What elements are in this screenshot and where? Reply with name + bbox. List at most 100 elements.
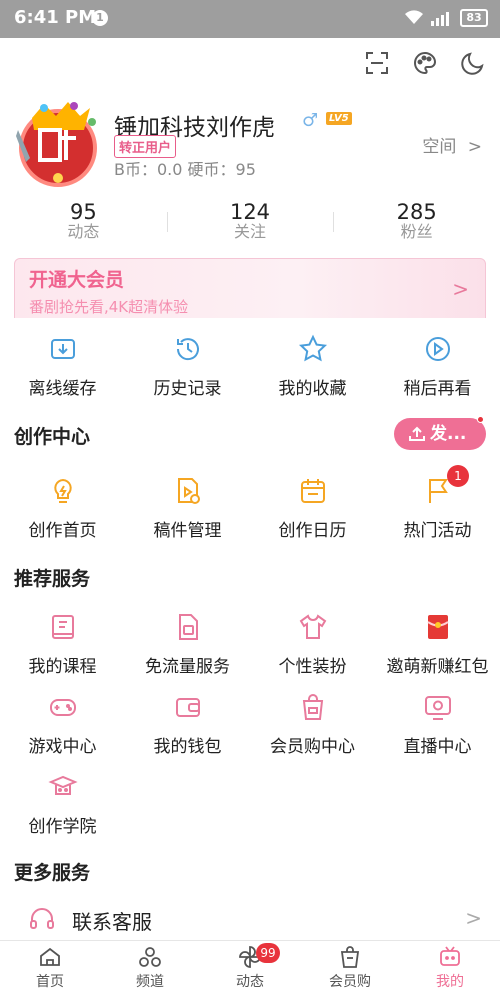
nav-member-shop[interactable]: 会员购 (300, 941, 400, 992)
nav-channel[interactable]: 频道 (100, 941, 200, 992)
quick-actions: 离线缓存 历史记录 我的收藏 稍后再看 (0, 334, 500, 399)
quick-label: 历史记录 (153, 379, 222, 399)
invite-newbie-button[interactable]: 邀萌新赚红包 (375, 612, 500, 677)
signal-icon (431, 12, 449, 26)
manuscript-icon (177, 478, 200, 504)
course-icon (51, 615, 74, 639)
free-data-button[interactable]: 免流量服务 (125, 612, 250, 677)
night-mode-icon[interactable] (460, 50, 486, 76)
more-services-title: 更多服务 (14, 862, 91, 884)
stat-label: 动态 (67, 222, 100, 241)
hot-events-button[interactable]: 1 热门活动 (375, 465, 500, 541)
history-icon (176, 338, 199, 361)
notification-badge: 1 (92, 10, 108, 26)
red-dot-indicator (477, 416, 484, 423)
scan-icon[interactable] (364, 50, 390, 76)
vip-title: 开通大会员 (29, 269, 125, 291)
dynamic-count-badge: 99 (256, 943, 280, 963)
game-center-button[interactable]: 游戏中心 (0, 692, 125, 757)
nav-label: 频道 (136, 974, 164, 990)
history-button[interactable]: 历史记录 (125, 334, 250, 399)
recommend-row-2: 游戏中心 我的钱包 会员购中心 直播中心 (0, 692, 500, 757)
wallet-icon (175, 698, 200, 717)
redpacket-icon (426, 615, 449, 639)
creator-academy-button[interactable]: 创作学院 (0, 772, 125, 837)
nav-label: 首页 (36, 974, 64, 990)
service-label: 邀萌新赚红包 (386, 657, 489, 677)
watch-later-icon (425, 337, 450, 361)
bottom-navigation: 首页 频道 99 动态 会员购 我的 (0, 940, 500, 992)
wallet-button[interactable]: 我的钱包 (125, 692, 250, 757)
offline-cache-button[interactable]: 离线缓存 (0, 334, 125, 399)
recommend-services-title: 推荐服务 (14, 568, 91, 590)
creator-calendar-button[interactable]: 创作日历 (250, 476, 375, 541)
my-courses-button[interactable]: 我的课程 (0, 612, 125, 677)
tshirt-icon (299, 614, 326, 639)
vip-subtitle: 番剧抢先看,4K超清体验 (29, 298, 189, 316)
chevron-right-icon: > (452, 277, 469, 301)
headset-icon (30, 908, 54, 929)
vip-banner[interactable]: 开通大会员 番剧抢先看,4K超清体验 > (14, 258, 486, 320)
personalize-button[interactable]: 个性装扮 (250, 612, 375, 677)
bulb-icon (53, 478, 72, 503)
nav-dynamic[interactable]: 99 动态 (200, 941, 300, 992)
star-icon (298, 334, 327, 362)
service-label: 我的钱包 (153, 737, 222, 757)
nav-home[interactable]: 首页 (0, 941, 100, 992)
header-actions (364, 50, 486, 76)
manuscript-button[interactable]: 稿件管理 (125, 476, 250, 541)
quick-label: 离线缓存 (28, 379, 97, 399)
quick-label: 我的收藏 (278, 379, 347, 399)
stat-label: 粉丝 (400, 222, 433, 241)
service-label: 个性装扮 (278, 657, 347, 677)
avatar[interactable] (14, 100, 102, 188)
sim-icon (178, 614, 198, 640)
gamepad-icon (49, 699, 76, 716)
quick-label: 稍后再看 (403, 379, 472, 399)
creator-label: 热门活动 (403, 521, 472, 541)
nav-label: 我的 (436, 974, 464, 990)
nav-label: 会员购 (329, 974, 371, 990)
notification-count-badge: 1 (447, 465, 469, 487)
member-shop-button[interactable]: 会员购中心 (250, 692, 375, 757)
stat-following[interactable]: 124 关注 (166, 200, 334, 244)
watch-later-button[interactable]: 稍后再看 (375, 334, 500, 399)
nav-mine[interactable]: 我的 (400, 941, 500, 992)
favorites-button[interactable]: 我的收藏 (250, 334, 375, 399)
wifi-icon (405, 10, 423, 24)
service-label: 会员购中心 (270, 737, 355, 757)
creator-center-title: 创作中心 (14, 426, 91, 448)
chevron-right-icon: > (465, 906, 482, 930)
coin-balance: B币：0.0 硬币：95 (114, 160, 256, 179)
member-status-badge[interactable]: 转正用户 (114, 135, 177, 158)
recommend-row-1: 我的课程 免流量服务 个性装扮 邀萌新赚红包 (0, 612, 500, 677)
creator-label: 创作日历 (278, 521, 347, 541)
calendar-icon (300, 479, 325, 503)
channel-icon (139, 947, 161, 967)
recommend-row-3: 创作学院 (0, 772, 500, 837)
status-time: 6:41 PM (14, 7, 97, 28)
service-label: 免流量服务 (145, 657, 230, 677)
live-center-button[interactable]: 直播中心 (375, 692, 500, 757)
creator-label: 稿件管理 (153, 521, 222, 541)
theme-palette-icon[interactable] (412, 50, 438, 76)
academy-icon (47, 775, 78, 795)
post-button-label: 发... (430, 424, 467, 444)
download-icon (50, 339, 75, 359)
stat-followers[interactable]: 285 粉丝 (333, 200, 500, 244)
upload-icon (409, 426, 425, 441)
space-label: 空间 (422, 137, 457, 157)
creator-actions: 创作首页 稿件管理 创作日历 1 热门活动 (0, 465, 500, 541)
creator-home-button[interactable]: 创作首页 (0, 476, 125, 541)
home-icon (40, 947, 60, 966)
stat-dynamics[interactable]: 95 动态 (0, 200, 167, 244)
profile-stats: 95 动态 124 关注 285 粉丝 (0, 200, 500, 244)
contact-support-label: 联系客服 (72, 910, 152, 934)
live-tv-icon (424, 696, 451, 720)
contact-support-item[interactable]: 联系客服 > (0, 900, 500, 940)
shopping-bag-icon (302, 694, 323, 720)
space-link[interactable]: 空间 > (422, 132, 482, 157)
status-bar: 6:41 PM 1 83 (0, 0, 500, 38)
post-button[interactable]: 发... (394, 416, 486, 450)
nav-label: 动态 (236, 974, 264, 990)
